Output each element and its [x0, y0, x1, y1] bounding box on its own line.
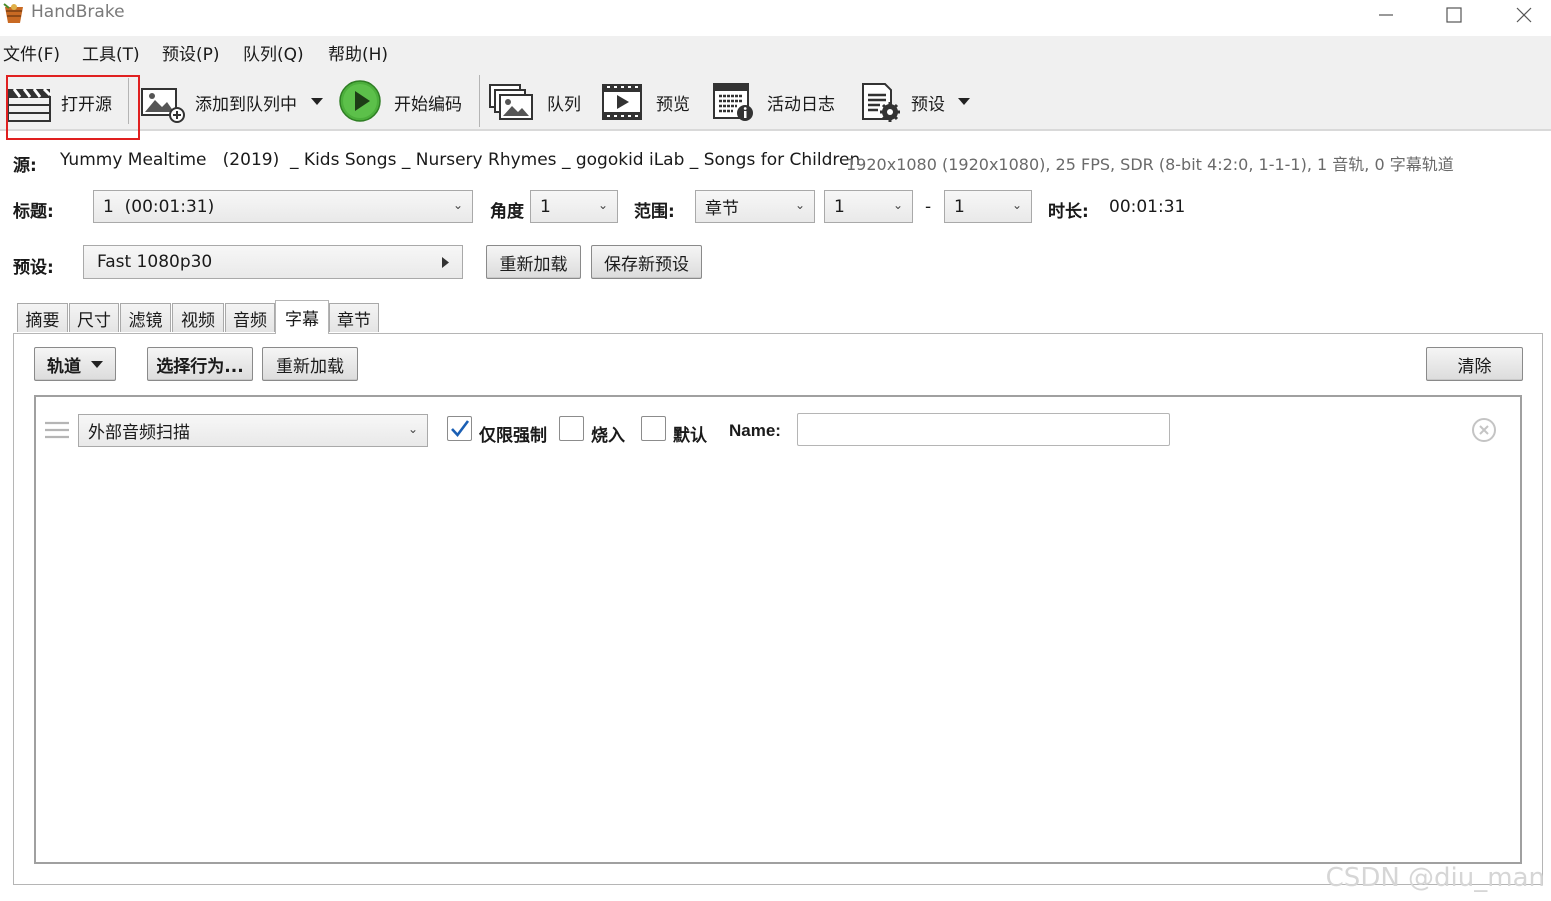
tab-subtitles[interactable]: 字幕 [275, 300, 329, 334]
angle-select-value: 1 [540, 196, 551, 217]
title-label: 标题: [13, 202, 54, 222]
minimize-icon [1379, 14, 1393, 16]
source-label: 源: [13, 156, 37, 176]
chevron-down-icon[interactable] [958, 98, 970, 105]
chevron-down-icon [91, 360, 103, 368]
add-image-icon [141, 88, 185, 123]
activity-log-label: 活动日志 [767, 95, 835, 115]
menu-help[interactable]: 帮助(H) [328, 40, 388, 65]
remove-track-icon[interactable] [1471, 417, 1497, 443]
preview-button[interactable]: 预览 [600, 78, 700, 124]
default-label: 默认 [673, 426, 707, 446]
duration-value: 00:01:31 [1109, 197, 1186, 217]
choose-behavior-button[interactable]: 选择行为... [147, 347, 253, 381]
drag-handle-icon[interactable] [44, 420, 70, 440]
save-new-preset-button[interactable]: 保存新预设 [591, 245, 702, 279]
tracks-button[interactable]: 轨道 [34, 347, 116, 381]
range-start-select[interactable]: 1 ⌄ [824, 190, 913, 223]
highlight-box [6, 75, 140, 140]
title-select[interactable]: 1 (00:01:31) ⌄ [93, 190, 473, 223]
subtitle-track-list [34, 395, 1522, 864]
range-label: 范围: [634, 202, 675, 222]
track-name-input[interactable] [797, 413, 1170, 446]
watermark: CSDN @diu_man [1325, 863, 1545, 893]
add-to-queue-button[interactable]: 添加到队列中 [139, 78, 329, 124]
chevron-down-icon: ⌄ [892, 198, 903, 212]
range-end-select[interactable]: 1 ⌄ [944, 190, 1032, 223]
tab-audio[interactable]: 音频 [225, 303, 275, 332]
handbrake-logo-icon [3, 3, 23, 23]
track-source-select[interactable]: 外部音频扫描 ⌄ [78, 414, 428, 447]
range-end-value: 1 [954, 196, 965, 217]
toolbar-separator [479, 75, 480, 127]
tab-dimensions[interactable]: 尺寸 [69, 303, 119, 332]
range-type-value: 章节 [705, 199, 739, 219]
tab-filters[interactable]: 滤镜 [120, 303, 171, 332]
activity-log-button[interactable]: 活动日志 [711, 78, 843, 124]
range-type-select[interactable]: 章节 ⌄ [695, 190, 815, 223]
reload-preset-button[interactable]: 重新加载 [486, 245, 581, 279]
queue-label: 队列 [547, 95, 581, 115]
menu-bar [0, 36, 1551, 68]
film-preview-icon [602, 84, 642, 120]
name-label: Name: [729, 421, 781, 440]
queue-icon [489, 84, 533, 120]
close-icon [1516, 7, 1532, 23]
close-button[interactable] [1501, 0, 1547, 30]
maximize-icon [1446, 7, 1462, 23]
chevron-down-icon: ⌄ [1011, 198, 1022, 212]
menu-queue[interactable]: 队列(Q) [243, 40, 304, 65]
tab-chapters[interactable]: 章节 [329, 303, 379, 332]
tab-video[interactable]: 视频 [172, 303, 224, 332]
chevron-down-icon: ⌄ [452, 198, 463, 212]
play-icon [339, 80, 381, 122]
menu-presets[interactable]: 预设(P) [162, 40, 220, 65]
range-start-value: 1 [834, 196, 845, 217]
tracks-button-label: 轨道 [47, 356, 81, 377]
track-source-value: 外部音频扫描 [88, 423, 190, 443]
source-name: Yummy Mealtime (2019) _ Kids Songs _ Nur… [60, 150, 861, 170]
activity-log-icon [713, 83, 753, 121]
menu-file[interactable]: 文件(F) [3, 40, 60, 65]
presets-label: 预设 [911, 95, 945, 115]
preview-label: 预览 [656, 95, 690, 115]
burn-in-checkbox[interactable] [559, 416, 584, 441]
presets-button[interactable]: 预设 [859, 78, 979, 124]
minimize-button[interactable] [1363, 0, 1409, 30]
chevron-down-icon[interactable] [311, 98, 323, 105]
clear-button[interactable]: 清除 [1426, 347, 1523, 381]
maximize-button[interactable] [1431, 0, 1477, 30]
reload-subtitles-button[interactable]: 重新加载 [262, 347, 358, 381]
chevron-right-icon [442, 257, 449, 268]
chevron-down-icon: ⌄ [407, 422, 418, 436]
chevron-down-icon: ⌄ [794, 198, 805, 212]
add-to-queue-label: 添加到队列中 [195, 95, 297, 115]
forced-only-label: 仅限强制 [479, 426, 547, 446]
tab-summary[interactable]: 摘要 [17, 303, 68, 332]
start-encode-label: 开始编码 [394, 95, 462, 115]
forced-only-checkbox[interactable] [447, 416, 472, 441]
preset-label: 预设: [13, 258, 54, 278]
burn-in-label: 烧入 [591, 426, 625, 446]
angle-select[interactable]: 1 ⌄ [530, 190, 618, 223]
start-encode-button[interactable]: 开始编码 [338, 78, 470, 124]
angle-label: 角度 [490, 202, 524, 222]
menu-tools[interactable]: 工具(T) [82, 40, 140, 65]
preset-select[interactable]: Fast 1080p30 [83, 245, 463, 279]
title-select-value: 1 (00:01:31) [103, 196, 215, 217]
range-dash: - [925, 197, 932, 217]
source-info: 1920x1080 (1920x1080), 25 FPS, SDR (8-bi… [846, 155, 1454, 174]
default-checkbox[interactable] [641, 416, 666, 441]
checkmark-icon [451, 420, 470, 438]
preset-settings-icon [862, 83, 900, 122]
duration-label: 时长: [1048, 202, 1089, 222]
queue-button[interactable]: 队列 [488, 78, 588, 124]
chevron-down-icon: ⌄ [597, 198, 608, 212]
preset-select-value: Fast 1080p30 [97, 252, 213, 272]
title-bar [0, 0, 1551, 30]
window-title: HandBrake [31, 2, 125, 22]
